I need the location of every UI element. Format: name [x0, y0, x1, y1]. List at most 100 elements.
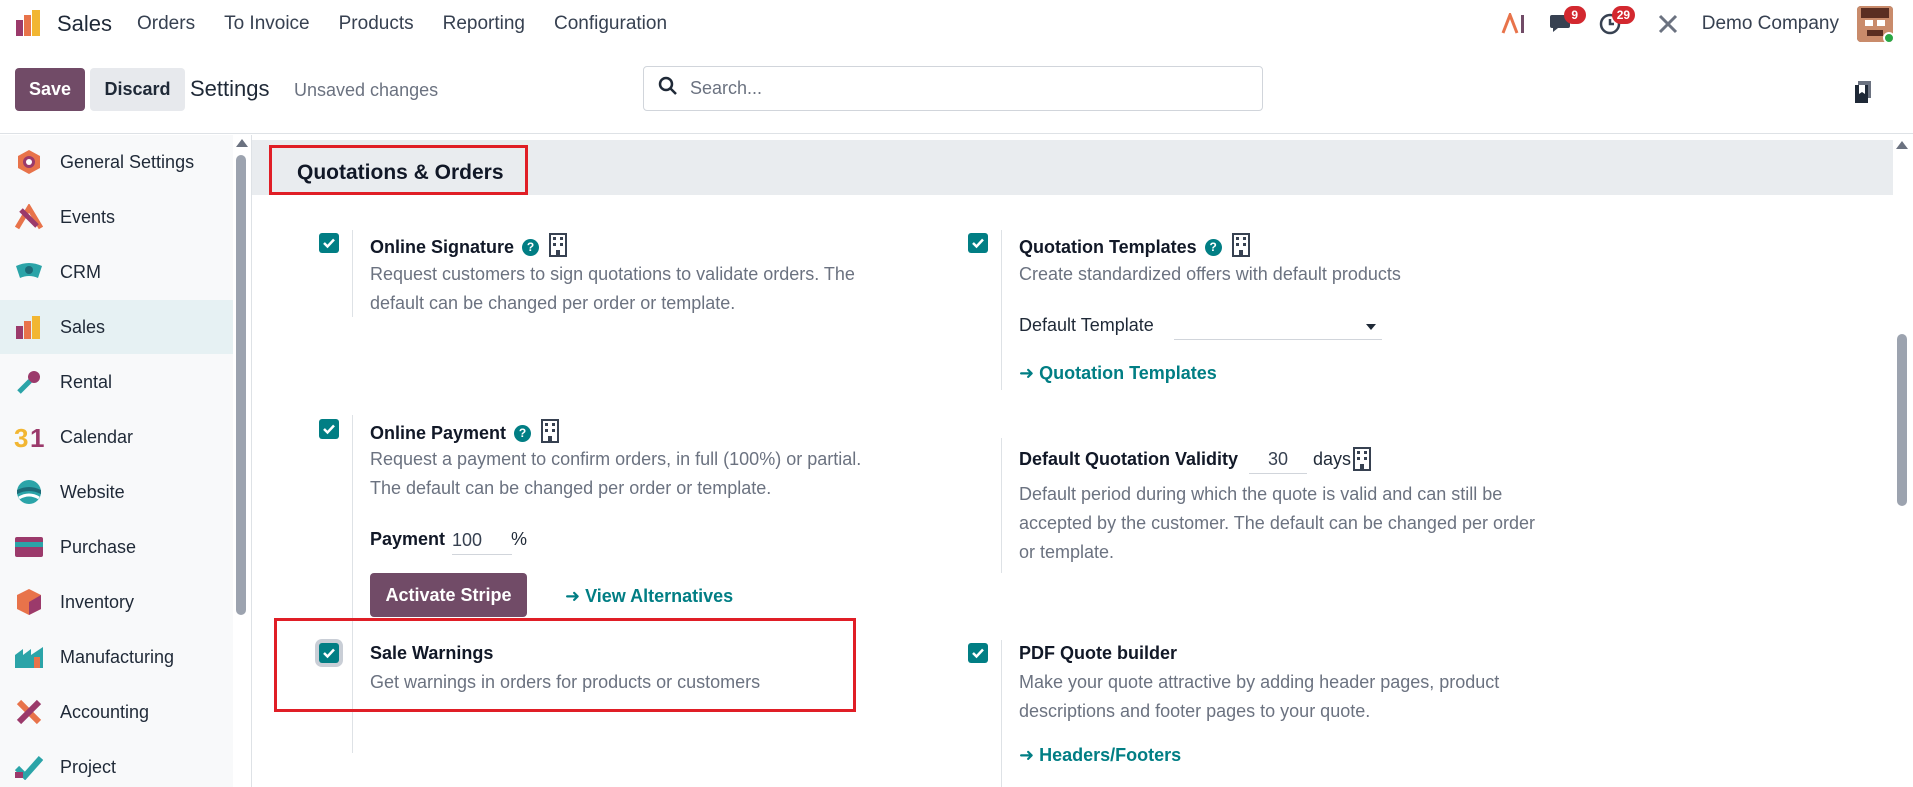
sidebar-item-sales[interactable]: Sales: [0, 300, 233, 354]
menu-orders[interactable]: Orders: [137, 13, 195, 35]
payment-unit: %: [511, 529, 528, 549]
search-icon: [658, 76, 678, 101]
help-icon[interactable]: ?: [514, 424, 532, 442]
sidebar-item-label: Calendar: [60, 426, 134, 447]
quotation-validity-input[interactable]: 30: [1249, 449, 1307, 474]
main-scroll-up-arrow[interactable]: [1896, 141, 1908, 149]
help-icon[interactable]: ?: [522, 238, 540, 256]
validity-unit: days: [1313, 449, 1352, 469]
discard-button[interactable]: Discard: [90, 68, 185, 111]
sidebar-item-label: Manufacturing: [60, 646, 175, 667]
company-building-icon: [1353, 447, 1371, 476]
quotation-templates-title: Quotation Templates?: [1019, 233, 1250, 262]
help-icon[interactable]: ?: [1204, 238, 1222, 256]
link-label: Quotation Templates: [1039, 363, 1217, 383]
view-alternatives-link[interactable]: ➜ View Alternatives: [565, 586, 733, 607]
user-avatar[interactable]: [1857, 6, 1893, 42]
sidebar-item-inventory[interactable]: Inventory: [0, 575, 233, 629]
sidebar-item-website[interactable]: Website: [0, 465, 233, 519]
headers-footers-link[interactable]: ➜ Headers/Footers: [1019, 745, 1181, 766]
sidebar-item-general-settings[interactable]: General Settings: [0, 135, 233, 189]
website-icon: [14, 477, 44, 507]
app-name[interactable]: Sales: [57, 11, 112, 37]
sidebar-scroll-up-arrow[interactable]: [236, 139, 248, 147]
main-scrollbar[interactable]: [1897, 334, 1907, 506]
quotation-templates-checkbox[interactable]: [968, 233, 988, 253]
sales-icon: [14, 312, 44, 342]
online-payment-checkbox[interactable]: [319, 419, 339, 439]
sidebar-item-label: General Settings: [60, 151, 195, 172]
sidebar-item-manufacturing[interactable]: Manufacturing: [0, 630, 233, 684]
link-label: Headers/Footers: [1039, 745, 1182, 765]
documentation-icon[interactable]: [1853, 80, 1873, 104]
company-building-icon: [549, 233, 568, 262]
sidebar-item-label: Rental: [60, 371, 113, 392]
manufacturing-icon: [14, 642, 44, 672]
dropdown-caret-icon: [1366, 324, 1376, 330]
main-menu: Orders To Invoice Products Reporting Con…: [137, 13, 696, 35]
ai-icon[interactable]: [1500, 10, 1528, 38]
sidebar-item-label: Purchase: [60, 536, 137, 557]
sidebar-item-events[interactable]: Events: [0, 190, 233, 244]
events-icon: [14, 202, 44, 232]
company-switcher[interactable]: Demo Company: [1702, 13, 1839, 35]
messages-badge: 9: [1563, 6, 1586, 24]
pdf-quote-builder-title: PDF Quote builder: [1019, 643, 1178, 663]
sidebar-item-calendar[interactable]: 31 Calendar: [0, 410, 233, 464]
activities-badge: 29: [1611, 6, 1636, 24]
sidebar-item-rental[interactable]: Rental: [0, 355, 233, 409]
settings-content: Quotations & Orders Online Signature? Re…: [252, 135, 1893, 787]
activate-stripe-button[interactable]: Activate Stripe: [370, 573, 527, 617]
search-input[interactable]: [690, 78, 1230, 99]
quotation-validity-title: Default Quotation Validity: [1019, 449, 1239, 469]
desc-line: The default can be changed per order or …: [370, 478, 772, 498]
setting-divider: [1001, 230, 1002, 390]
sales-app-logo-icon[interactable]: [14, 8, 44, 38]
top-navbar: Sales Orders To Invoice Products Reporti…: [0, 0, 1913, 48]
arrow-right-icon: ➜: [1019, 363, 1035, 383]
default-template-select[interactable]: [1174, 315, 1382, 340]
payment-percentage-input[interactable]: 100: [452, 530, 512, 555]
payment-label: Payment: [370, 529, 446, 549]
quotation-validity-description: Default period during which the quote is…: [1019, 480, 1535, 567]
purchase-icon: [14, 532, 44, 562]
sidebar-item-label: Accounting: [60, 701, 150, 722]
desc-line: Request a payment to confirm orders, in …: [370, 449, 862, 469]
rental-icon: [14, 367, 44, 397]
online-signature-label: Online Signature: [370, 237, 515, 257]
sidebar-item-label: Website: [60, 481, 125, 502]
sidebar-item-crm[interactable]: CRM: [0, 245, 233, 299]
quotation-templates-description: Create standardized offers with default …: [1019, 264, 1401, 284]
inventory-icon: [14, 587, 44, 617]
messages-icon[interactable]: 9: [1548, 6, 1586, 38]
quotation-templates-link[interactable]: ➜ Quotation Templates: [1019, 363, 1217, 384]
save-button[interactable]: Save: [15, 68, 85, 111]
calendar-icon: 31: [14, 422, 44, 452]
online-signature-description: Request customers to sign quotations to …: [370, 260, 855, 318]
online-signature-checkbox[interactable]: [319, 233, 339, 253]
search-bar[interactable]: [643, 66, 1263, 111]
systray: 9 29 Demo Company: [1480, 6, 1893, 42]
sidebar-item-purchase[interactable]: Purchase: [0, 520, 233, 574]
quotation-templates-label: Quotation Templates: [1019, 237, 1197, 257]
tools-icon[interactable]: [1654, 10, 1682, 38]
sidebar-item-label: Sales: [60, 316, 106, 337]
menu-products[interactable]: Products: [339, 13, 414, 35]
company-building-icon: [541, 419, 560, 448]
sidebar-scrollbar[interactable]: [236, 155, 246, 615]
page-title: Settings: [190, 76, 270, 101]
desc-line: accepted by the customer. The default ca…: [1019, 513, 1536, 533]
sidebar-item-project[interactable]: Project: [0, 740, 233, 787]
online-status-dot: [1883, 32, 1893, 42]
pdf-quote-builder-checkbox[interactable]: [968, 643, 988, 663]
online-payment-label: Online Payment: [370, 423, 507, 443]
menu-reporting[interactable]: Reporting: [443, 13, 525, 35]
desc-line: Request customers to sign quotations to …: [370, 264, 855, 284]
sidebar-item-accounting[interactable]: Accounting: [0, 685, 233, 739]
activities-clock-icon[interactable]: 29: [1596, 6, 1636, 38]
menu-configuration[interactable]: Configuration: [554, 13, 667, 35]
menu-to-invoice[interactable]: To Invoice: [224, 13, 310, 35]
sidebar-item-label: CRM: [60, 261, 101, 282]
highlight-box-sale-warnings: [274, 618, 856, 712]
pdf-quote-builder-description: Make your quote attractive by adding hea…: [1019, 668, 1499, 726]
